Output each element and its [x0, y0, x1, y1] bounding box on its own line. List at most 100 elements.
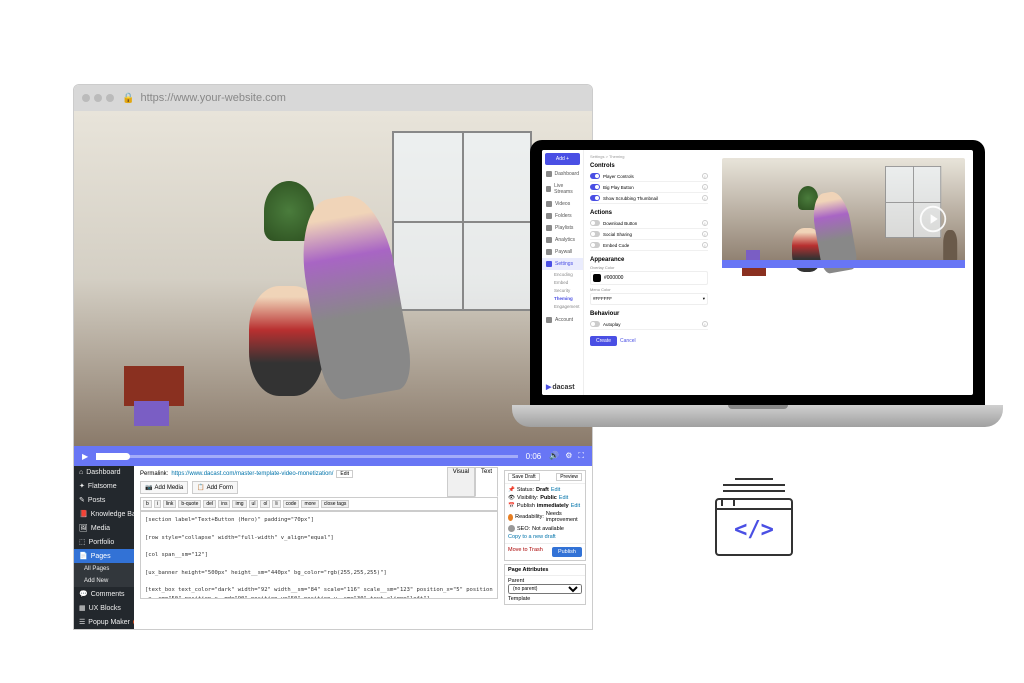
player-preview-panel — [714, 150, 973, 395]
quicktag-del[interactable]: del — [203, 500, 216, 508]
save-draft-button[interactable]: Save Draft — [508, 473, 540, 481]
create-button[interactable]: Create — [590, 336, 617, 346]
wp-nav-posts[interactable]: ✎Posts — [74, 493, 134, 507]
nav-folders[interactable]: Folders — [542, 210, 583, 222]
scene-cabinet — [124, 366, 184, 406]
info-icon[interactable]: i — [702, 220, 708, 226]
info-icon[interactable]: i — [702, 321, 708, 327]
browser-window: 🔒 https://www.your-website.com ▶ 0:06 🔊 … — [73, 84, 593, 630]
wp-right-sidebar: Save Draft Preview 📌Status: Draft Edit 👁… — [504, 470, 586, 625]
quicktag-code[interactable]: code — [283, 500, 300, 508]
subnav-embed[interactable]: Embed — [554, 278, 583, 286]
wp-nav-media[interactable]: 🖼Media — [74, 521, 134, 535]
setting-social-sharing: Social Sharingi — [590, 229, 708, 240]
edit-visibility-link[interactable]: Edit — [559, 495, 568, 501]
add-media-button[interactable]: 📷 Add Media — [140, 481, 188, 494]
edit-schedule-link[interactable]: Edit — [571, 503, 580, 509]
maximize-dot[interactable] — [106, 94, 114, 102]
wp-nav-comments[interactable]: 💬Comments — [74, 587, 134, 601]
nav-analytics[interactable]: Analytics — [542, 234, 583, 246]
quicktag-close-tags[interactable]: close tags — [321, 500, 350, 508]
quicktag-b-quote[interactable]: b-quote — [178, 500, 201, 508]
edit-permalink-button[interactable]: Edit — [336, 470, 353, 478]
toggle[interactable] — [590, 242, 600, 248]
wp-nav-ux-blocks[interactable]: ▦UX Blocks — [74, 601, 134, 615]
tab-icon — [721, 498, 735, 506]
text-tab[interactable]: Text — [475, 467, 498, 497]
url-text: https://www.your-website.com — [140, 92, 286, 104]
copy-draft-link[interactable]: Copy to a new draft — [508, 534, 556, 540]
toggle[interactable] — [590, 321, 600, 327]
toggle[interactable] — [590, 173, 600, 179]
permalink-url[interactable]: https://www.dacast.com/master-template-v… — [171, 471, 333, 477]
subnav-encoding[interactable]: Encoding — [554, 270, 583, 278]
menu-color-select[interactable]: #FFFFFF▾ — [590, 293, 708, 305]
toggle[interactable] — [590, 195, 600, 201]
volume-icon[interactable]: 🔊 — [549, 451, 559, 461]
publish-button[interactable]: Publish — [552, 547, 582, 557]
quicktag-b[interactable]: b — [143, 500, 152, 508]
add-button[interactable]: Add + — [545, 153, 580, 165]
toggle[interactable] — [590, 184, 600, 190]
cancel-button[interactable]: Cancel — [620, 338, 636, 344]
info-icon[interactable]: i — [702, 242, 708, 248]
subnav-engagement[interactable]: Engagement — [554, 302, 583, 310]
overlay-color-input[interactable]: #000000 — [590, 271, 708, 285]
info-icon[interactable]: i — [702, 184, 708, 190]
preview-play-button[interactable] — [920, 205, 946, 231]
wp-nav-knowledge-base[interactable]: 📕Knowledge Base — [74, 507, 134, 521]
theming-settings-panel: Settings > Theming Controls Player Contr… — [584, 150, 714, 395]
wp-nav-flatsome[interactable]: ✦Flatsome — [74, 479, 134, 493]
setting-player-controls: Player Controlsi — [590, 171, 708, 182]
quicktag-img[interactable]: img — [232, 500, 246, 508]
nav-settings[interactable]: Settings — [542, 258, 583, 270]
address-bar[interactable]: 🔒 https://www.your-website.com — [122, 92, 286, 104]
settings-icon[interactable]: ⚙ — [565, 451, 572, 461]
quicktag-li[interactable]: li — [272, 500, 280, 508]
nav-videos[interactable]: Videos — [542, 198, 583, 210]
wp-nav-add-new[interactable]: Add New — [74, 575, 134, 587]
info-icon[interactable]: i — [702, 231, 708, 237]
video-control-bar[interactable]: ▶ 0:06 🔊 ⚙ ⛶ — [74, 446, 592, 466]
edit-status-link[interactable]: Edit — [551, 487, 560, 493]
code-textarea[interactable]: [section label="Text+Button (Hero)" padd… — [140, 511, 498, 599]
wp-nav-popup-maker[interactable]: ☰Popup Maker1 — [74, 615, 134, 629]
nav-playlists[interactable]: Playlists — [542, 222, 583, 234]
info-icon[interactable]: i — [702, 173, 708, 179]
parent-select[interactable]: (no parent) — [508, 584, 582, 594]
nav-live-streams[interactable]: Live Streams — [542, 180, 583, 198]
play-icon[interactable]: ▶ — [82, 452, 88, 461]
wp-nav-all-pages[interactable]: All Pages — [74, 563, 134, 575]
wp-nav-dashboard[interactable]: ⌂Dashboard — [74, 466, 134, 479]
info-icon[interactable]: i — [702, 195, 708, 201]
setting-embed-code: Embed Codei — [590, 240, 708, 251]
preview-controls[interactable] — [722, 260, 965, 268]
subnav-security[interactable]: Security — [554, 286, 583, 294]
progress-bar[interactable] — [96, 455, 518, 458]
close-dot[interactable] — [82, 94, 90, 102]
quicktag-ins[interactable]: ins — [218, 500, 230, 508]
toggle[interactable] — [590, 231, 600, 237]
toggle[interactable] — [590, 220, 600, 226]
quicktag-i[interactable]: i — [154, 500, 161, 508]
permalink-row: Permalink: https://www.dacast.com/master… — [140, 470, 498, 478]
quicktag-more[interactable]: more — [301, 500, 318, 508]
nav-account[interactable]: Account — [542, 314, 583, 326]
nav-paywall[interactable]: Paywall — [542, 246, 583, 258]
quicktag-link[interactable]: link — [163, 500, 177, 508]
wp-nav-pages[interactable]: 📄Pages — [74, 549, 134, 563]
quicktag-ol[interactable]: ol — [260, 500, 270, 508]
visual-tab[interactable]: Visual — [447, 467, 475, 497]
add-form-button[interactable]: 📋 Add Form — [192, 481, 238, 494]
nav-dashboard[interactable]: Dashboard — [542, 168, 583, 180]
quicktag-ul[interactable]: ul — [249, 500, 259, 508]
window-traffic-lights[interactable] — [82, 94, 114, 102]
preview-button[interactable]: Preview — [556, 473, 582, 481]
video-player[interactable] — [74, 111, 592, 446]
fullscreen-icon[interactable]: ⛶ — [578, 451, 584, 461]
preview-video[interactable] — [722, 158, 965, 268]
move-to-trash-link[interactable]: Move to Trash — [508, 547, 543, 557]
subnav-theming[interactable]: Theming — [554, 294, 583, 302]
minimize-dot[interactable] — [94, 94, 102, 102]
wp-nav-portfolio[interactable]: ⬚Portfolio — [74, 535, 134, 549]
